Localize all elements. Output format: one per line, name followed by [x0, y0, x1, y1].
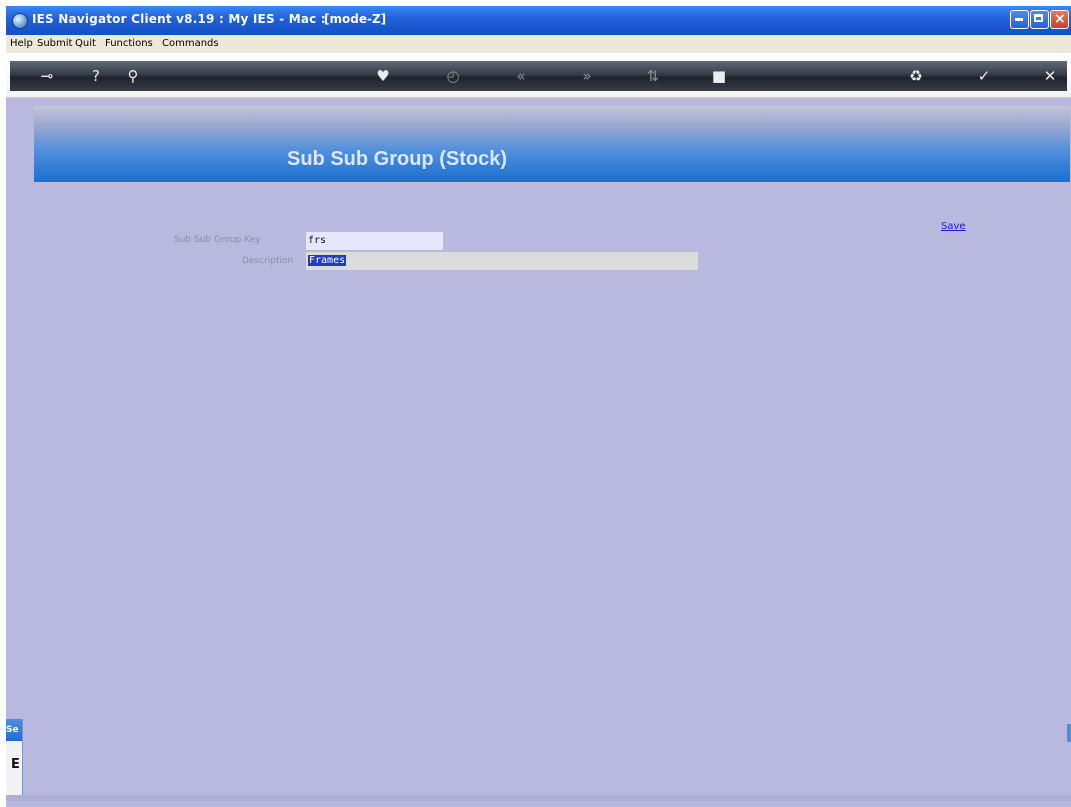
minimize-icon [1015, 18, 1023, 21]
help-icon[interactable]: ? [81, 61, 111, 91]
close-window-button[interactable]: × [1050, 10, 1069, 29]
menu-functions[interactable]: Functions [105, 38, 153, 49]
app-icon [12, 13, 28, 29]
menu-help[interactable]: Help [10, 38, 33, 49]
window-mode: [mode-Z] [324, 12, 387, 26]
title-bar[interactable]: IES Navigator Client v8.19 : My IES - Ma… [6, 6, 1071, 35]
page-title: Sub Sub Group (Stock) [287, 148, 507, 170]
menu-quit[interactable]: Quit [75, 38, 96, 49]
window-title: IES Navigator Client v8.19 : My IES - Ma… [32, 12, 326, 26]
menu-commands[interactable]: Commands [162, 38, 219, 49]
check-icon[interactable]: ✓ [969, 61, 999, 91]
bottom-bar [6, 795, 1071, 801]
heart-icon[interactable]: ♥ [368, 61, 398, 91]
menu-bar: Help Submit Quit Functions Commands [6, 35, 1071, 53]
key-value: frs [308, 235, 327, 246]
minimize-button[interactable] [1010, 10, 1029, 29]
maximize-button[interactable] [1030, 10, 1049, 29]
close-window-icon: × [1054, 11, 1066, 27]
recycle-icon[interactable]: ♻ [901, 61, 931, 91]
header-banner: Sub Sub Group (Stock) [34, 106, 1070, 182]
key-label: Sub Sub Group Key [174, 235, 261, 245]
stop-icon[interactable]: ■ [704, 61, 734, 91]
key-field[interactable]: frs [306, 232, 443, 250]
side-panel[interactable]: Se E [6, 719, 23, 799]
forward-icon[interactable]: » [572, 61, 602, 91]
app-window: IES Navigator Client v8.19 : My IES - Ma… [6, 6, 1071, 807]
save-link[interactable]: Save [941, 221, 966, 232]
description-label: Description [242, 256, 294, 266]
menu-submit[interactable]: Submit [37, 38, 72, 49]
close-icon[interactable]: ✕ [1035, 61, 1065, 91]
description-field[interactable]: Frames [306, 252, 698, 270]
side-panel-body: E [11, 757, 20, 772]
right-edge-tab[interactable] [1067, 724, 1071, 742]
search-icon[interactable]: ⚲ [118, 61, 148, 91]
sort-icon[interactable]: ⇅ [638, 61, 668, 91]
back-icon[interactable]: « [506, 61, 536, 91]
key-icon[interactable]: ⊸ [32, 61, 62, 91]
toolbar: ⊸ ? ⚲ ♥ ◴ « » ⇅ ■ ♻ ✓ ✕ [6, 53, 1071, 98]
clock-icon[interactable]: ◴ [438, 61, 468, 91]
description-value: Frames [308, 255, 347, 266]
side-panel-header: Se [6, 719, 22, 741]
maximize-icon [1034, 14, 1043, 22]
